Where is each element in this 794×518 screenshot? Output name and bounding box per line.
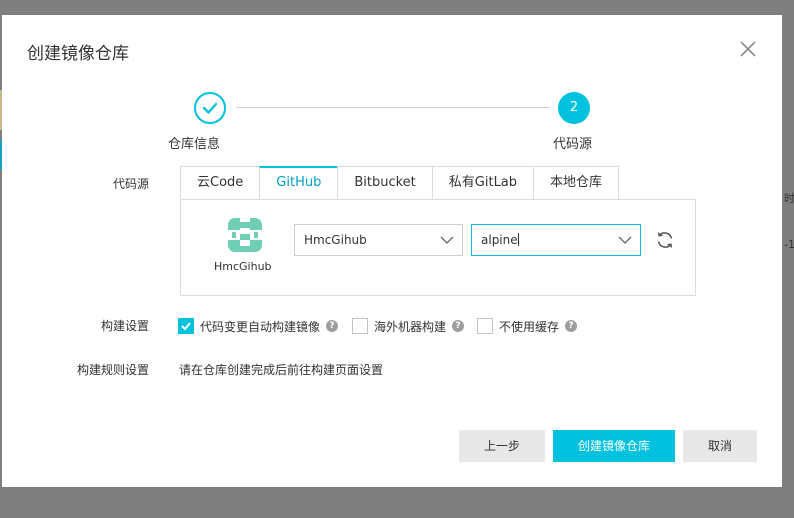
checkbox-unchecked [477, 318, 493, 334]
org-select-value: HmcGihub [304, 233, 367, 247]
checkmark-icon [202, 102, 218, 114]
tab-local-repo[interactable]: 本地仓库 [533, 166, 620, 200]
step-1-circle [194, 92, 226, 124]
text-cursor [517, 233, 519, 246]
create-repo-button[interactable]: 创建镜像仓库 [553, 430, 675, 462]
repo-input[interactable]: alpine [471, 224, 641, 256]
create-repo-dialog: 创建镜像仓库 2 仓库信息 代码源 代码源 云Code GitHub Bitbu… [2, 15, 782, 487]
help-icon[interactable]: ? [565, 320, 578, 332]
no-cache-checkbox[interactable]: 不使用缓存 ? [477, 316, 578, 336]
checkmark-icon [181, 322, 191, 331]
refresh-icon[interactable] [655, 230, 675, 250]
step-2-circle: 2 [558, 92, 590, 124]
tab-private-gitlab[interactable]: 私有GitLab [431, 166, 534, 200]
help-icon[interactable]: ? [326, 320, 339, 332]
step-connector [236, 107, 550, 108]
org-select[interactable]: HmcGihub [294, 224, 463, 256]
chevron-down-icon [618, 236, 632, 244]
auto-build-checkbox[interactable]: 代码变更自动构建镜像 ? [178, 316, 339, 336]
account-name: HmcGihub [214, 260, 272, 273]
cancel-button[interactable]: 取消 [683, 430, 757, 462]
background-text: -1 [784, 238, 794, 251]
tab-yuncode[interactable]: 云Code [180, 166, 260, 200]
overseas-build-checkbox[interactable]: 海外机器构建 ? [352, 316, 465, 336]
avatar [228, 218, 262, 252]
checkbox-label: 海外机器构建 [374, 319, 447, 334]
prev-step-button[interactable]: 上一步 [459, 430, 545, 462]
dialog-title: 创建镜像仓库 [27, 44, 129, 64]
build-rules-text: 请在仓库创建完成后前往构建页面设置 [179, 363, 384, 377]
tab-github[interactable]: GitHub [259, 166, 338, 200]
step-2-label: 代码源 [553, 137, 593, 152]
step-1-label: 仓库信息 [168, 137, 221, 152]
close-icon[interactable] [738, 39, 758, 59]
checkbox-checked [178, 318, 194, 334]
source-label: 代码源 [112, 177, 149, 191]
checkbox-label: 代码变更自动构建镜像 [200, 319, 321, 334]
checkbox-label: 不使用缓存 [499, 319, 560, 334]
tab-bitbucket[interactable]: Bitbucket [337, 166, 432, 200]
build-rules-label: 构建规则设置 [76, 363, 149, 377]
repo-input-value: alpine [481, 233, 518, 247]
help-icon[interactable]: ? [452, 320, 465, 332]
checkbox-unchecked [352, 318, 368, 334]
background-text: 时 [784, 192, 794, 205]
source-tabs: 云Code GitHub Bitbucket 私有GitLab 本地仓库 [180, 166, 620, 200]
build-settings-label: 构建设置 [100, 319, 149, 333]
chevron-down-icon [440, 236, 454, 244]
